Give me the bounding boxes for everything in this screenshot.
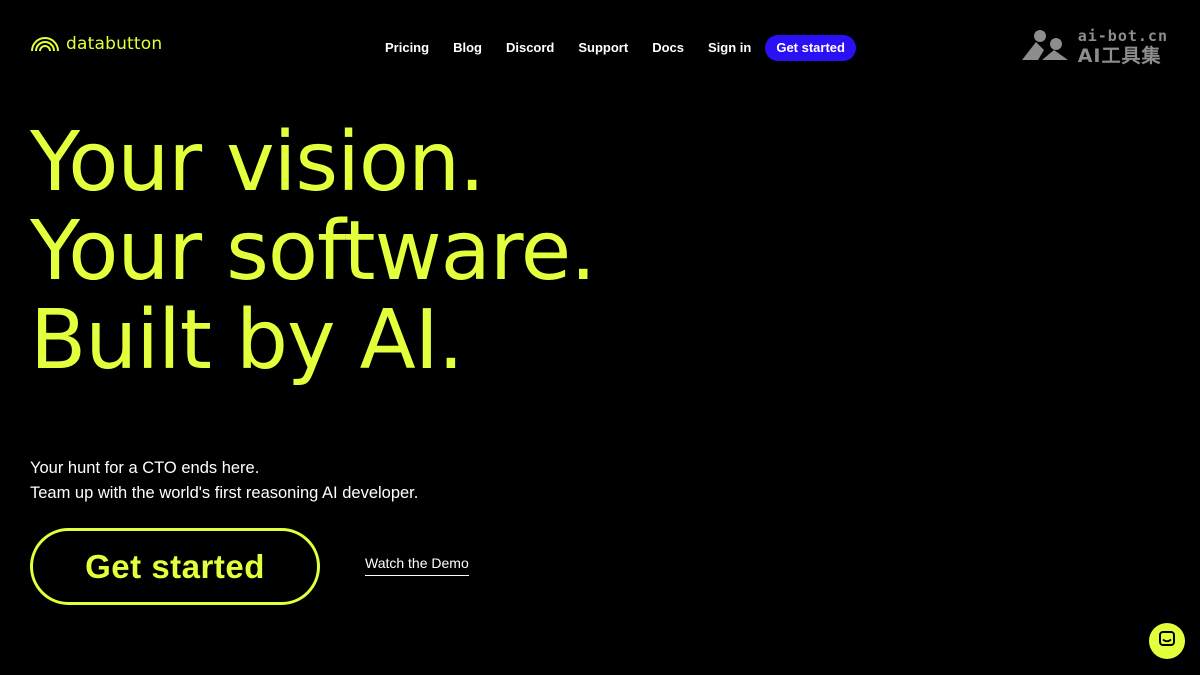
watermark: ai-bot.cn AI工具集 [1020,28,1168,67]
top-nav: Pricing Blog Discord Support Docs Sign i… [385,35,856,61]
nav-discord[interactable]: Discord [506,35,554,61]
chat-launcher-button[interactable] [1149,623,1185,659]
nav-get-started-button[interactable]: Get started [765,35,856,61]
nav-blog[interactable]: Blog [453,35,482,61]
logo-link[interactable]: databutton [30,34,162,54]
nav-sign-in[interactable]: Sign in [708,35,751,61]
hero-line: Built by AI. [30,293,464,388]
watermark-name: AI工具集 [1077,45,1162,67]
rainbow-logo-icon [30,36,60,52]
watermark-domain: ai-bot.cn [1077,27,1168,45]
logo-text: databutton [66,34,163,54]
subtitle-line: Team up with the world's first reasoning… [30,484,419,502]
hero-headline: Your vision. Your software. Built by AI. [30,115,596,388]
hero-line: Your vision. [30,115,485,210]
watermark-logo-icon [1020,28,1070,67]
subtitle-line: Your hunt for a CTO ends here. [30,459,260,477]
hero-line: Your software. [30,204,596,299]
get-started-button[interactable]: Get started [30,528,320,605]
nav-support[interactable]: Support [578,35,628,61]
nav-docs[interactable]: Docs [652,35,684,61]
watch-demo-link[interactable]: Watch the Demo [365,555,469,576]
hero-subtitle: Your hunt for a CTO ends here. Team up w… [30,456,418,506]
chat-icon [1158,630,1176,653]
nav-pricing[interactable]: Pricing [385,35,429,61]
page: databutton Pricing Blog Discord Support … [0,0,1200,675]
